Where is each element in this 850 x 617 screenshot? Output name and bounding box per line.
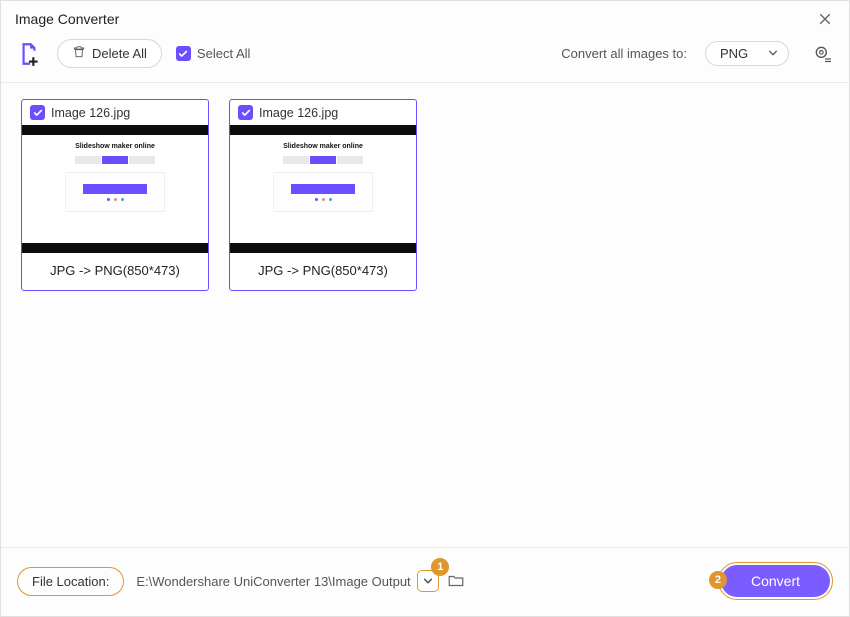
image-grid: Image 126.jpg Slideshow maker online JPG… bbox=[1, 83, 849, 547]
image-card[interactable]: Image 126.jpg Slideshow maker online JPG… bbox=[21, 99, 209, 291]
add-file-icon[interactable] bbox=[15, 40, 43, 68]
conversion-info: JPG -> PNG(850*473) bbox=[230, 253, 416, 290]
checkbox-checked-icon[interactable] bbox=[238, 105, 253, 120]
window-title: Image Converter bbox=[15, 11, 119, 27]
image-filename: Image 126.jpg bbox=[51, 106, 130, 120]
checkbox-checked-icon[interactable] bbox=[30, 105, 45, 120]
output-format-select[interactable]: PNG bbox=[705, 41, 789, 66]
image-filename: Image 126.jpg bbox=[259, 106, 338, 120]
conversion-info: JPG -> PNG(850*473) bbox=[22, 253, 208, 290]
card-header: Image 126.jpg bbox=[22, 100, 208, 125]
annotation-marker-2: 2 bbox=[709, 571, 727, 589]
thumb-heading: Slideshow maker online bbox=[75, 143, 155, 150]
card-header: Image 126.jpg bbox=[230, 100, 416, 125]
convert-button[interactable]: Convert bbox=[721, 565, 830, 597]
toolbar: Delete All Select All Convert all images… bbox=[1, 33, 849, 83]
convert-button-highlight: Convert 2 bbox=[718, 562, 833, 600]
file-location-label: File Location: bbox=[17, 567, 124, 596]
open-folder-icon[interactable] bbox=[445, 570, 467, 592]
select-all-label: Select All bbox=[197, 46, 250, 61]
thumb-heading: Slideshow maker online bbox=[283, 143, 363, 150]
delete-all-button[interactable]: Delete All bbox=[57, 39, 162, 68]
image-converter-window: Image Converter Delete All Select All Co… bbox=[0, 0, 850, 617]
settings-icon[interactable] bbox=[811, 42, 835, 66]
image-card[interactable]: Image 126.jpg Slideshow maker online JPG… bbox=[229, 99, 417, 291]
file-location-path-wrap: E:\Wondershare UniConverter 13\Image Out… bbox=[134, 570, 466, 592]
convert-all-label: Convert all images to: bbox=[561, 46, 687, 61]
delete-all-label: Delete All bbox=[92, 46, 147, 61]
chevron-down-icon bbox=[768, 46, 778, 61]
footer-bar: File Location: E:\Wondershare UniConvert… bbox=[1, 547, 849, 616]
titlebar: Image Converter bbox=[1, 1, 849, 33]
file-location-path: E:\Wondershare UniConverter 13\Image Out… bbox=[136, 574, 410, 589]
image-thumbnail: Slideshow maker online bbox=[230, 125, 416, 253]
trash-icon bbox=[72, 45, 86, 62]
output-format-value: PNG bbox=[720, 46, 748, 61]
image-thumbnail: Slideshow maker online bbox=[22, 125, 208, 253]
checkbox-checked-icon bbox=[176, 46, 191, 61]
close-icon[interactable] bbox=[815, 9, 835, 29]
select-all-checkbox[interactable]: Select All bbox=[176, 46, 250, 61]
